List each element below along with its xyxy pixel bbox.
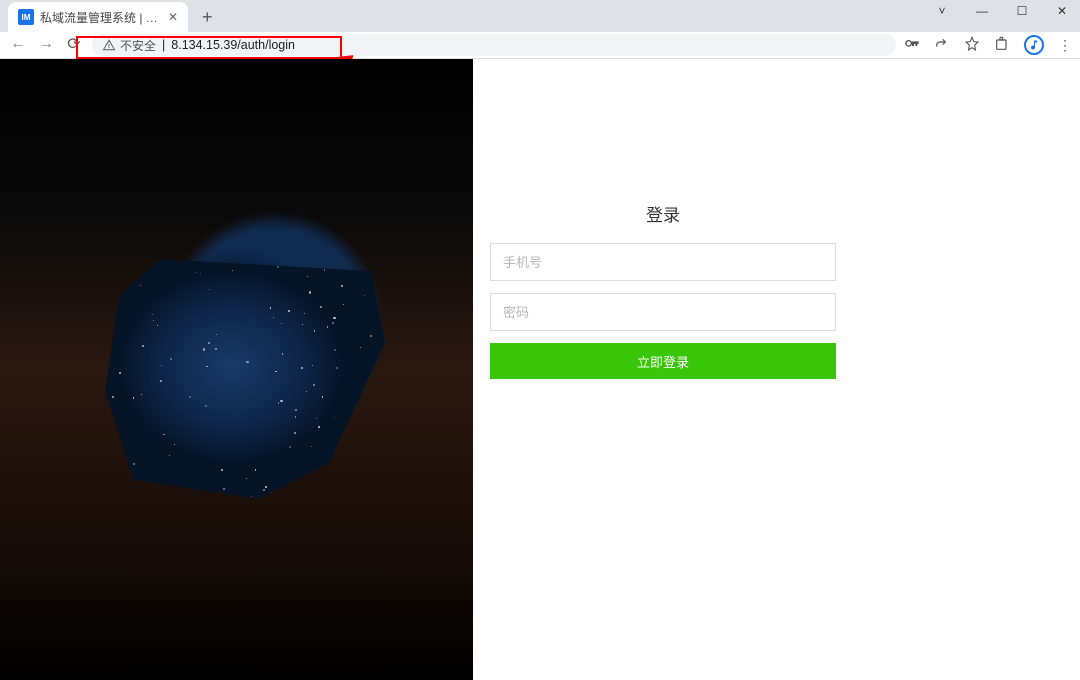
browser-chrome: IM 私域流量管理系统 | 账号登录？ ✕ + ˅ — ☐ ✕ ← → ⟳ 不安… <box>0 0 1080 59</box>
extensions-icon[interactable] <box>994 36 1010 55</box>
new-tab-button[interactable]: + <box>194 3 221 32</box>
caret-down-icon[interactable]: ˅ <box>930 4 954 18</box>
password-input[interactable] <box>490 293 836 331</box>
login-form: 登录 立即登录 <box>490 201 836 379</box>
warning-triangle-icon <box>102 38 116 52</box>
login-pane: 登录 立即登录 <box>473 59 1080 680</box>
menu-icon[interactable]: ⋮ <box>1058 37 1072 54</box>
refresh-button[interactable]: ⟳ <box>64 34 84 54</box>
page-content: 登录 立即登录 <box>0 59 1080 680</box>
favicon-icon: IM <box>18 9 34 25</box>
window-close-icon[interactable]: ✕ <box>1050 4 1074 18</box>
back-button[interactable]: ← <box>8 35 28 53</box>
cave-sky <box>105 259 385 499</box>
window-minimize-icon[interactable]: — <box>970 4 994 18</box>
share-icon[interactable] <box>934 36 950 55</box>
toolbar-right: ⋮ <box>904 35 1072 55</box>
login-title: 登录 <box>490 201 836 226</box>
window-controls: ˅ — ☐ ✕ <box>930 4 1074 18</box>
close-icon[interactable]: ✕ <box>168 10 178 24</box>
address-bar[interactable]: 不安全 | 8.134.15.39/auth/login <box>92 34 896 56</box>
star-icon[interactable] <box>964 36 980 55</box>
tab-title: 私域流量管理系统 | 账号登录？ <box>40 9 162 26</box>
browser-toolbar: ← → ⟳ 不安全 | 8.134.15.39/auth/login <box>0 32 1080 59</box>
url-text: 8.134.15.39/auth/login <box>171 38 295 52</box>
music-extension-icon[interactable] <box>1024 35 1044 55</box>
forward-button[interactable]: → <box>36 35 56 53</box>
key-icon[interactable] <box>904 36 920 55</box>
window-maximize-icon[interactable]: ☐ <box>1010 4 1034 18</box>
security-label: 不安全 <box>120 37 156 54</box>
phone-input[interactable] <box>490 243 836 281</box>
login-button[interactable]: 立即登录 <box>490 343 836 379</box>
tab-strip: IM 私域流量管理系统 | 账号登录？ ✕ + ˅ — ☐ ✕ <box>0 0 1080 32</box>
active-tab[interactable]: IM 私域流量管理系统 | 账号登录？ ✕ <box>8 2 188 32</box>
security-warning: 不安全 <box>102 37 156 54</box>
hero-image <box>0 59 473 680</box>
